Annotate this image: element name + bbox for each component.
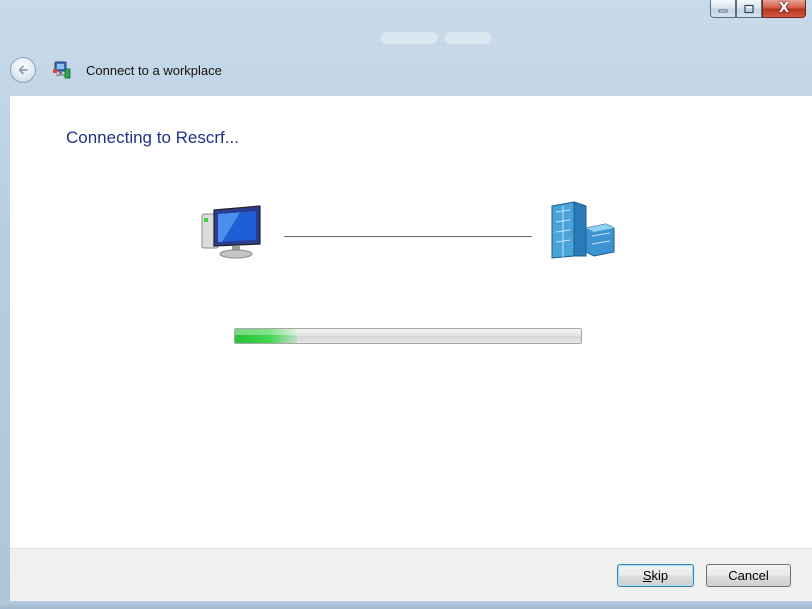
page-heading: Connecting to Rescrf... — [66, 128, 239, 147]
back-button[interactable] — [10, 57, 36, 83]
caption-buttons: X — [710, 0, 806, 20]
minimize-button[interactable] — [710, 0, 736, 18]
window-frame-bottom — [0, 601, 812, 609]
wizard-content: Connecting to Rescrf... — [10, 96, 812, 548]
connection-progress-bar — [234, 328, 582, 344]
workplace-connection-icon — [52, 60, 72, 80]
maximize-button[interactable] — [736, 0, 762, 18]
minimize-icon — [718, 9, 728, 12]
skip-button[interactable]: Skip — [617, 564, 694, 587]
connection-diagram — [190, 200, 620, 264]
back-arrow-icon — [18, 65, 28, 75]
skip-label: kip — [651, 568, 669, 583]
wizard-window: X Connect to a workplace Connecting to R… — [0, 0, 812, 609]
window-title: Connect to a workplace — [86, 62, 222, 78]
cancel-button[interactable]: Cancel — [706, 564, 791, 587]
progress-fill — [235, 329, 298, 343]
maximize-icon — [744, 4, 754, 13]
computer-icon — [201, 205, 261, 259]
navigation-bar: Connect to a workplace — [10, 52, 222, 88]
skip-mnemonic: S — [642, 568, 652, 583]
connection-line — [284, 236, 532, 237]
glass-reflection — [380, 32, 438, 44]
close-icon: X — [778, 1, 790, 16]
button-footer: Skip Cancel — [10, 548, 812, 601]
close-button[interactable]: X — [762, 0, 806, 18]
workplace-building-icon — [551, 201, 615, 259]
glass-reflection — [444, 32, 492, 44]
